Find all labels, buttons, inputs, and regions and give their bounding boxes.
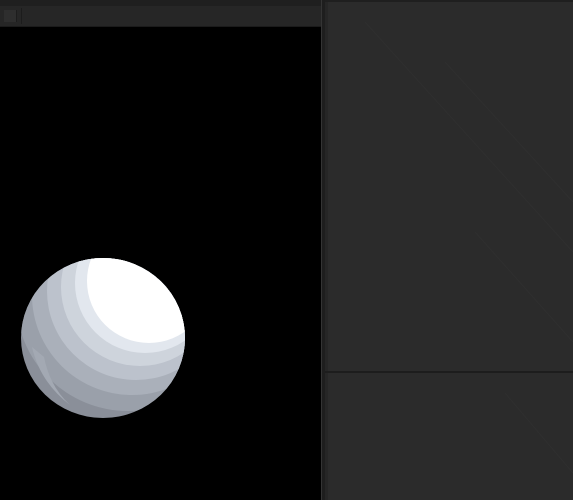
grip-icon[interactable] (4, 10, 17, 22)
properties-panel (325, 2, 573, 371)
viewport-canvas (0, 187, 321, 500)
toon-sphere[interactable] (0, 187, 321, 500)
panel-background (364, 21, 573, 343)
details-panel (325, 373, 573, 500)
toolbar-separator (21, 8, 22, 24)
viewport-toolbar (0, 6, 322, 27)
sphere-highlight (87, 258, 185, 343)
panel-background (504, 392, 573, 474)
app-window (0, 0, 573, 500)
3d-viewport[interactable] (0, 27, 321, 500)
